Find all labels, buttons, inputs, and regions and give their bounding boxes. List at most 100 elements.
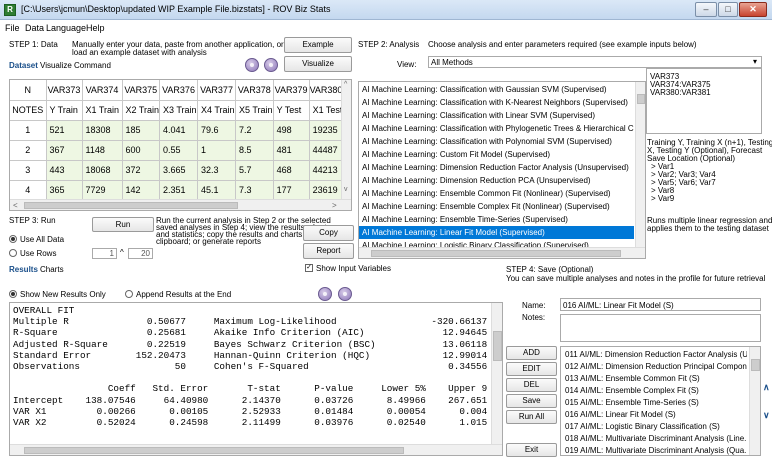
grid-cell[interactable]: 3.665 (159, 160, 199, 181)
tab-command[interactable]: Command (74, 61, 111, 70)
results-hscroll-thumb[interactable] (24, 447, 404, 454)
grid-cell[interactable]: 18308 (82, 120, 123, 141)
grid-scroll-thumb[interactable] (24, 202, 238, 209)
method-list-item[interactable]: AI Machine Learning: Classification with… (359, 109, 634, 122)
grid-cell[interactable]: 443 (46, 160, 83, 181)
maximize-button[interactable]: □ (718, 2, 738, 17)
results-horizontal-scrollbar[interactable] (10, 444, 502, 455)
grid-cell[interactable]: Y Test (273, 100, 310, 121)
grid-cell[interactable]: X1 Test (309, 100, 344, 121)
saved-analysis-item[interactable]: 015 AI/ML: Ensemble Time-Series (S) (565, 398, 747, 407)
grid-cell[interactable]: 372 (122, 160, 161, 181)
move-up-icon[interactable]: ∧ (763, 382, 770, 393)
notes-input[interactable] (560, 314, 761, 342)
save-button[interactable]: Save (506, 394, 557, 408)
method-list-item[interactable]: AI Machine Learning: Classification with… (359, 96, 634, 109)
name-input[interactable]: 016 AI/ML: Linear Fit Model (S) (560, 298, 761, 311)
row-header-cell[interactable]: N (10, 80, 47, 101)
grid-cell[interactable]: 498 (273, 120, 310, 141)
move-down-icon[interactable]: ∨ (763, 410, 770, 421)
variables-input[interactable]: VAR373 VAR374:VAR375 VAR380:VAR381 (646, 68, 762, 134)
grid-cell[interactable]: 367 (46, 140, 83, 161)
grid-cell[interactable]: 177 (273, 180, 310, 201)
method-list-item[interactable]: AI Machine Learning: Dimension Reduction… (359, 161, 634, 174)
grid-cell[interactable]: 23619 (309, 180, 344, 201)
method-list-thumb[interactable] (637, 94, 645, 104)
menu-data[interactable]: Data (25, 23, 44, 33)
tab-dataset[interactable]: Dataset (9, 61, 38, 70)
run-button[interactable]: Run (92, 217, 154, 232)
grid-cell[interactable]: 7.3 (235, 180, 274, 201)
grid-cell[interactable]: VAR375 (122, 80, 161, 101)
method-list-item[interactable]: AI Machine Learning: Ensemble Complex Fi… (359, 200, 634, 213)
method-list-item[interactable]: AI Machine Learning: Classification with… (359, 122, 634, 135)
saved-analysis-item[interactable]: 017 AI/ML: Logistic Binary Classificatio… (565, 422, 747, 431)
menu-help[interactable]: Help (86, 23, 105, 33)
saved-analysis-item[interactable]: 012 AI/ML: Dimension Reduction Principal… (565, 362, 747, 371)
grid-horizontal-scrollbar[interactable]: < > (10, 199, 351, 210)
grid-cell[interactable]: 185 (122, 120, 161, 141)
tab-results[interactable]: Results (9, 265, 38, 274)
grid-cell[interactable]: 18068 (82, 160, 123, 181)
grid-cell[interactable]: VAR380 (309, 80, 344, 101)
show-new-label[interactable]: Show New Results Only (20, 290, 106, 299)
grid-cell[interactable]: X5 Train (235, 100, 274, 121)
method-list-item[interactable]: AI Machine Learning: Classification with… (359, 135, 634, 148)
grid-cell[interactable]: 142 (122, 180, 161, 201)
tab-visualize[interactable]: Visualize (40, 61, 72, 70)
grid-cell[interactable]: 7729 (82, 180, 123, 201)
menu-language[interactable]: Language (46, 23, 86, 33)
run-all-button[interactable]: Run All (506, 410, 557, 424)
grid-cell[interactable]: 600 (122, 140, 161, 161)
grid-cell[interactable]: 8.5 (235, 140, 274, 161)
grid-cell[interactable]: X3 Train (159, 100, 199, 121)
grid-cell[interactable]: 468 (273, 160, 310, 181)
data-grid[interactable]: N VAR373 VAR374 VAR375 VAR376 VAR377 VAR378 VAR… (9, 79, 352, 211)
use-rows-label[interactable]: Use Rows (20, 249, 56, 258)
menu-file[interactable]: File (5, 23, 20, 33)
grid-cell[interactable]: VAR373 (46, 80, 83, 101)
method-list-scrollbar[interactable] (635, 82, 645, 247)
method-list-item[interactable]: AI Machine Learning: Ensemble Time-Serie… (359, 213, 634, 226)
delete-button[interactable]: DEL (506, 378, 557, 392)
grid-cell[interactable]: 19235 (309, 120, 344, 141)
grid-cell[interactable]: 32.3 (197, 160, 237, 181)
results-vertical-scrollbar[interactable] (491, 303, 502, 444)
grid-cell[interactable]: 365 (46, 180, 83, 201)
tab-charts[interactable]: Charts (40, 265, 64, 274)
method-list-hthumb[interactable] (371, 250, 621, 257)
results-scroll-thumb[interactable] (493, 331, 502, 361)
saved-list-thumb[interactable] (751, 359, 760, 371)
saved-analysis-item[interactable]: 018 AI/ML: Multivariate Discriminant Ana… (565, 434, 747, 443)
example-button[interactable]: Example (284, 37, 352, 53)
grid-cell[interactable]: VAR374 (82, 80, 123, 101)
grid-cell[interactable]: 5.7 (235, 160, 274, 181)
scroll-down-icon[interactable]: v (344, 186, 348, 193)
grid-cell[interactable]: Y Train (46, 100, 83, 121)
grid-cell[interactable]: X4 Train (197, 100, 237, 121)
help-circle-icon[interactable] (264, 58, 278, 72)
method-list-item[interactable]: AI Machine Learning: Custom Fit Model (S… (359, 148, 634, 161)
method-list-item[interactable]: AI Machine Learning: Ensemble Common Fit… (359, 187, 634, 200)
append-radio[interactable] (125, 290, 133, 298)
saved-analysis-item[interactable]: 011 AI/ML: Dimension Reduction Factor An… (565, 350, 747, 359)
method-list[interactable]: AI Machine Learning: Classification with… (358, 81, 646, 259)
show-new-radio[interactable] (9, 290, 17, 298)
saved-analysis-item[interactable]: 019 AI/ML: Multivariate Discriminant Ana… (565, 446, 747, 455)
minimize-button[interactable]: – (695, 2, 717, 17)
append-label[interactable]: Append Results at the End (136, 290, 231, 299)
grid-cell[interactable]: 0.55 (159, 140, 199, 161)
grid-cell[interactable]: 44487 (309, 140, 344, 161)
grid-cell[interactable]: 45.1 (197, 180, 237, 201)
settings-circle-icon[interactable] (245, 58, 259, 72)
add-button[interactable]: ADD (506, 346, 557, 360)
close-button[interactable]: ✕ (739, 2, 767, 17)
grid-cell[interactable]: X2 Train (122, 100, 161, 121)
saved-analysis-item[interactable]: 013 AI/ML: Ensemble Common Fit (S) (565, 374, 747, 383)
report-button[interactable]: Report (303, 243, 354, 259)
exit-button[interactable]: Exit (506, 443, 557, 457)
grid-cell[interactable]: 481 (273, 140, 310, 161)
edit-button[interactable]: EDIT (506, 362, 557, 376)
method-list-item[interactable]: AI Machine Learning: Linear Fit Model (S… (359, 226, 634, 239)
show-input-vars-label[interactable]: Show Input Variables (316, 264, 391, 273)
